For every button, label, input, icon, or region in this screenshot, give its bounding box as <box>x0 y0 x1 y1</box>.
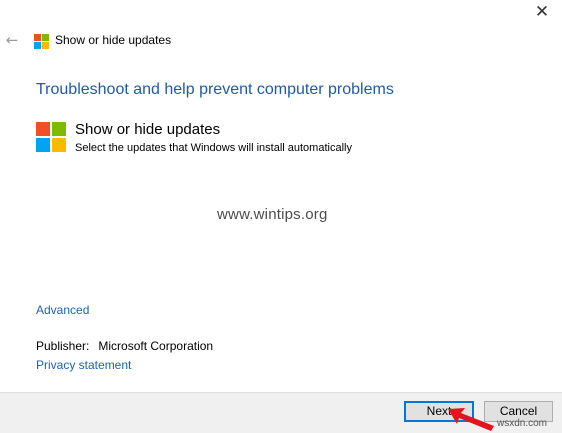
advanced-link[interactable]: Advanced <box>36 303 89 317</box>
privacy-statement-link[interactable]: Privacy statement <box>36 358 131 372</box>
windows-logo-icon <box>36 122 66 152</box>
close-icon: ✕ <box>534 2 550 22</box>
app-description: Select the updates that Windows will ins… <box>75 142 352 154</box>
app-title: Show or hide updates <box>75 121 221 138</box>
publisher-info: Publisher: Microsoft Corporation <box>36 339 213 353</box>
close-button[interactable]: ✕ <box>530 2 554 22</box>
site-watermark: www.wintips.org <box>217 206 328 223</box>
corner-watermark: wsxdn.com <box>497 418 548 429</box>
windows-logo-small-icon <box>34 34 49 49</box>
red-pointer-arrow-icon <box>448 408 494 431</box>
publisher-value: Microsoft Corporation <box>98 339 214 353</box>
publisher-label: Publisher: <box>36 339 90 353</box>
troubleshooter-window: ✕ ← Show or hide updates Troubleshoot an… <box>0 0 562 433</box>
back-arrow-icon: ← <box>5 31 19 49</box>
window-title: Show or hide updates <box>55 33 172 47</box>
back-button[interactable]: ← <box>4 31 20 49</box>
page-heading: Troubleshoot and help prevent computer p… <box>36 81 394 98</box>
